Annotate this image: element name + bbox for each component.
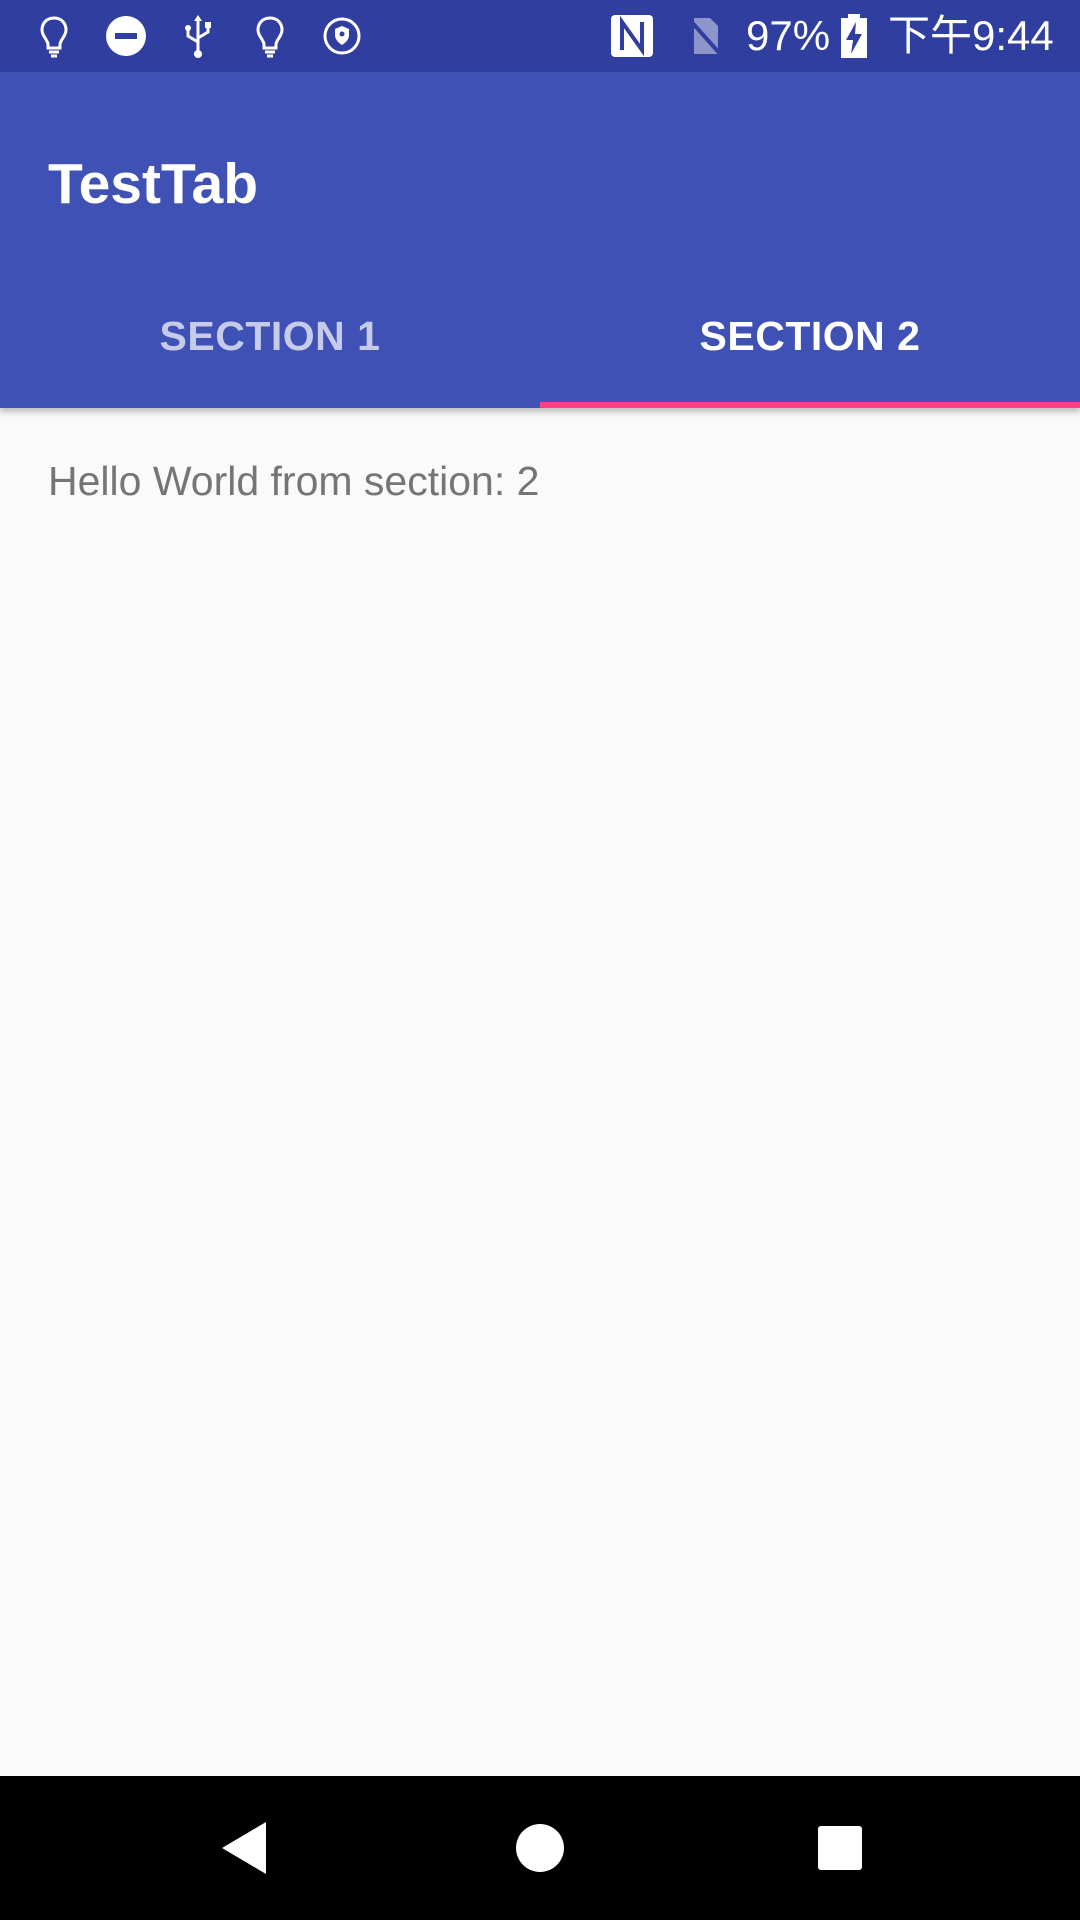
home-icon[interactable] xyxy=(492,1800,588,1896)
tab-indicator xyxy=(540,402,1080,408)
section-content: Hello World from section: 2 xyxy=(0,408,1080,1776)
section-label: Hello World from section: 2 xyxy=(48,458,540,504)
lightbulb-outline-icon xyxy=(256,16,284,58)
navigation-bar xyxy=(0,1776,1080,1920)
back-icon[interactable] xyxy=(204,1800,300,1896)
battery-percent: 97% xyxy=(746,12,831,59)
no-sim-icon xyxy=(686,16,724,58)
nfc-icon xyxy=(611,15,653,57)
tab-section-2[interactable]: SECTION 2 xyxy=(540,264,1080,408)
do-not-disturb-icon xyxy=(106,16,146,56)
clock: 下午9:44 xyxy=(888,12,1054,59)
battery-charging-icon xyxy=(841,14,867,58)
vpn-shield-icon xyxy=(323,17,361,55)
app-bar: TestTab SECTION 1 SECTION 2 xyxy=(0,72,1080,408)
recents-icon[interactable] xyxy=(792,1800,888,1896)
lightbulb-icon xyxy=(40,16,68,58)
usb-icon xyxy=(185,15,211,58)
status-bar: 97% 下午9:44 xyxy=(0,0,1080,72)
app-title: TestTab xyxy=(48,152,259,216)
tab-bar: SECTION 1 SECTION 2 xyxy=(0,264,1080,408)
tab-section-1[interactable]: SECTION 1 xyxy=(0,264,540,408)
